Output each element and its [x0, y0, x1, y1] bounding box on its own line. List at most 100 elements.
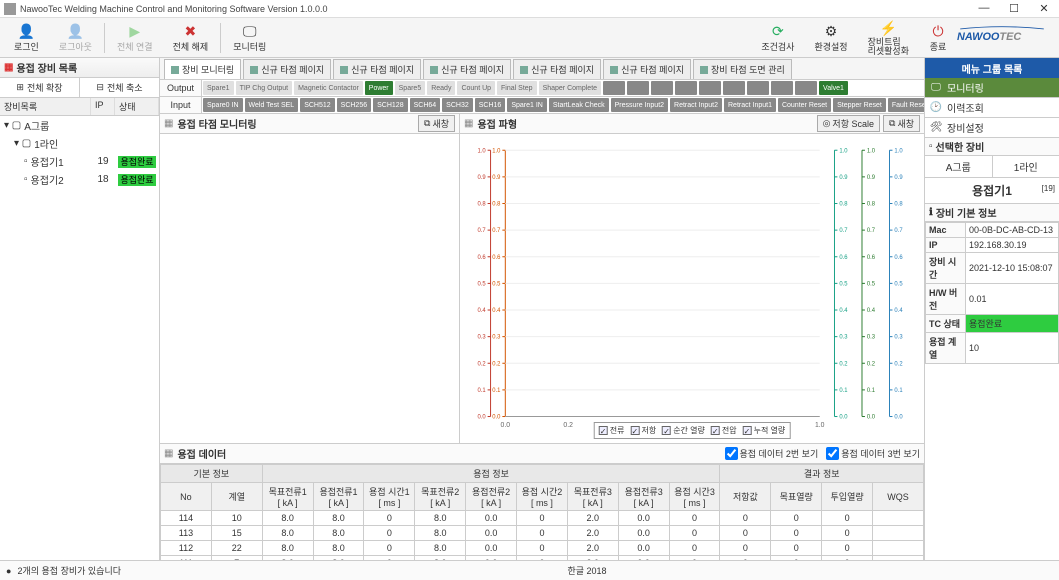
column-header[interactable]: 용접전류1 [ kA ] — [313, 483, 364, 511]
column-header[interactable]: 목표전류2 [ kA ] — [415, 483, 466, 511]
logout-button[interactable]: 👤로그아웃 — [49, 20, 102, 55]
device-list-header: 장비목록 IP 상태 — [0, 98, 159, 116]
data-table[interactable]: 기본 정보 용접 정보 결과 정보 No계열목표전류1 [ kA ]용접전류1 … — [160, 464, 924, 560]
login-button[interactable]: 👤로그인 — [4, 20, 49, 55]
show-data-3-checkbox[interactable]: 용접 데이터 3번 보기 — [826, 447, 920, 460]
center-panel: 장비 모니터링 신규 타점 페이지신규 타점 페이지신규 타점 페이지신규 타점… — [160, 58, 924, 560]
right-chart-popup-button[interactable]: ⧉새창 — [883, 115, 920, 132]
tree-line[interactable]: ▾ ▢1라인 — [0, 134, 159, 152]
svg-text:0.2: 0.2 — [894, 361, 903, 367]
column-header[interactable]: 투입열량 — [822, 483, 873, 511]
table-row[interactable]: 113158.08.008.00.002.00.00000 — [161, 526, 924, 541]
column-header[interactable]: 용접전류3 [ kA ] — [618, 483, 669, 511]
env-settings-button[interactable]: ⚙환경설정 — [804, 20, 857, 55]
column-header[interactable]: 목표열량 — [771, 483, 822, 511]
table-row[interactable]: 114108.08.008.00.002.00.00000 — [161, 511, 924, 526]
column-header[interactable]: 용접 시간3 [ ms ] — [669, 483, 720, 511]
svg-text:0.6: 0.6 — [477, 255, 486, 261]
column-header[interactable]: WQS — [873, 483, 924, 511]
table-row[interactable]: 11178.08.008.00.002.00.00000 — [161, 556, 924, 561]
output-chip — [675, 81, 697, 95]
legend-item[interactable]: ✓순간 열량 — [662, 425, 705, 436]
minimize-button[interactable]: — — [973, 2, 995, 15]
data-grid-area: ▦ 용접 데이터 용접 데이터 2번 보기 용접 데이터 3번 보기 기본 정보… — [160, 444, 924, 560]
monitor-icon: 🖵 — [929, 81, 943, 95]
output-chip: TIP Chg Output — [236, 81, 293, 95]
svg-text:0.0: 0.0 — [839, 414, 848, 420]
tabs-row: 장비 모니터링 신규 타점 페이지신규 타점 페이지신규 타점 페이지신규 타점… — [160, 58, 924, 80]
expand-all-button[interactable]: ⊞전체 확장 — [0, 78, 80, 97]
svg-text:1.0: 1.0 — [894, 148, 903, 154]
output-chip — [723, 81, 745, 95]
column-header[interactable]: 용접 시간2 [ ms ] — [517, 483, 568, 511]
svg-text:0.8: 0.8 — [839, 201, 848, 207]
svg-text:0.6: 0.6 — [867, 255, 876, 261]
svg-text:0.5: 0.5 — [839, 281, 848, 287]
svg-text:0.9: 0.9 — [839, 175, 848, 181]
input-chip: Fault Reset — [888, 98, 924, 112]
tab[interactable]: 신규 타점 페이지 — [333, 59, 421, 79]
tab[interactable]: 장비 타점 도면 관리 — [693, 59, 792, 79]
tab[interactable]: 신규 타점 페이지 — [243, 59, 331, 79]
svg-text:0.8: 0.8 — [867, 201, 876, 207]
svg-text:0.4: 0.4 — [867, 308, 876, 314]
trip-reset-button[interactable]: ⚡장비트립 리셋활성화 — [858, 18, 919, 58]
input-chip: Spare1 IN — [507, 98, 547, 112]
menu-history[interactable]: 🕑이력조회 — [925, 98, 1059, 118]
column-header[interactable]: 용접 시간1 [ ms ] — [364, 483, 415, 511]
column-header[interactable]: 목표전류3 [ kA ] — [567, 483, 618, 511]
tree-device[interactable]: ▫용접기119용접완료 — [0, 152, 159, 170]
left-chart-popup-button[interactable]: ⧉새창 — [418, 115, 455, 132]
table-row[interactable]: 112228.08.008.00.002.00.00000 — [161, 541, 924, 556]
tab-icon — [430, 66, 438, 74]
play-icon: ▶ — [126, 22, 144, 40]
tab[interactable]: 신규 타점 페이지 — [603, 59, 691, 79]
list-icon: ▦ — [164, 448, 173, 459]
input-chip: Retract Input2 — [670, 98, 722, 112]
info-row: IP192.168.30.19 — [926, 238, 1059, 253]
tree-group[interactable]: ▾ ▢A그룹 — [0, 116, 159, 134]
column-header[interactable]: 저항값 — [720, 483, 771, 511]
tab-monitoring[interactable]: 장비 모니터링 — [164, 59, 241, 79]
device-info-title: ℹ장비 기본 정보 — [925, 204, 1059, 222]
legend-item[interactable]: ✓누적 열량 — [743, 425, 786, 436]
column-header[interactable]: 용접전류2 [ kA ] — [466, 483, 517, 511]
input-chip: SCH128 — [373, 98, 407, 112]
svg-text:0.7: 0.7 — [839, 228, 848, 234]
svg-text:0.4: 0.4 — [839, 308, 848, 314]
tab[interactable]: 신규 타점 페이지 — [423, 59, 511, 79]
device-tree[interactable]: ▾ ▢A그룹 ▾ ▢1라인 ▫용접기119용접완료▫용접기218용접완료 — [0, 116, 159, 560]
svg-text:0.1: 0.1 — [477, 388, 486, 394]
svg-text:0.7: 0.7 — [492, 228, 501, 234]
menu-device-settings[interactable]: 🛠장비설정 — [925, 118, 1059, 138]
bullet-icon: ● — [6, 566, 11, 576]
column-header[interactable]: No — [161, 483, 212, 511]
show-data-2-checkbox[interactable]: 용접 데이터 2번 보기 — [725, 447, 819, 460]
disconnect-all-button[interactable]: ✖전체 해제 — [163, 20, 219, 55]
connect-all-button[interactable]: ▶전체 연결 — [107, 20, 163, 55]
svg-text:0.1: 0.1 — [839, 388, 848, 394]
app-icon — [4, 3, 16, 15]
tab[interactable]: 신규 타점 페이지 — [513, 59, 601, 79]
target-icon: ◎ — [823, 118, 831, 129]
svg-text:0.9: 0.9 — [867, 175, 876, 181]
scale-button[interactable]: ◎저항 Scale — [817, 115, 880, 132]
monitoring-button[interactable]: 🖵모니터링 — [223, 20, 276, 55]
chart-body[interactable] — [160, 134, 459, 443]
brand-logo: NAWOOTEC — [957, 23, 1047, 52]
exit-button[interactable]: ⏻종료 — [919, 20, 957, 55]
close-button[interactable]: ✕ — [1033, 2, 1055, 15]
legend-item[interactable]: ✓전류 — [599, 425, 625, 436]
svg-text:0.6: 0.6 — [839, 255, 848, 261]
legend-item[interactable]: ✓저항 — [630, 425, 656, 436]
collapse-all-button[interactable]: ⊟전체 축소 — [80, 78, 159, 97]
menu-monitoring[interactable]: 🖵모니터링 — [925, 78, 1059, 98]
legend-item[interactable]: ✓전압 — [711, 425, 737, 436]
maximize-button[interactable]: ☐ — [1003, 2, 1025, 15]
column-header[interactable]: 목표전류1 [ kA ] — [262, 483, 313, 511]
tree-device[interactable]: ▫용접기218용접완료 — [0, 170, 159, 188]
check-icon: ⟳ — [769, 22, 787, 40]
chart-body[interactable]: 0.00.10.20.30.40.50.60.70.80.91.00.00.10… — [460, 134, 924, 443]
condition-check-button[interactable]: ⟳조건검사 — [751, 20, 804, 55]
column-header[interactable]: 계열 — [211, 483, 262, 511]
